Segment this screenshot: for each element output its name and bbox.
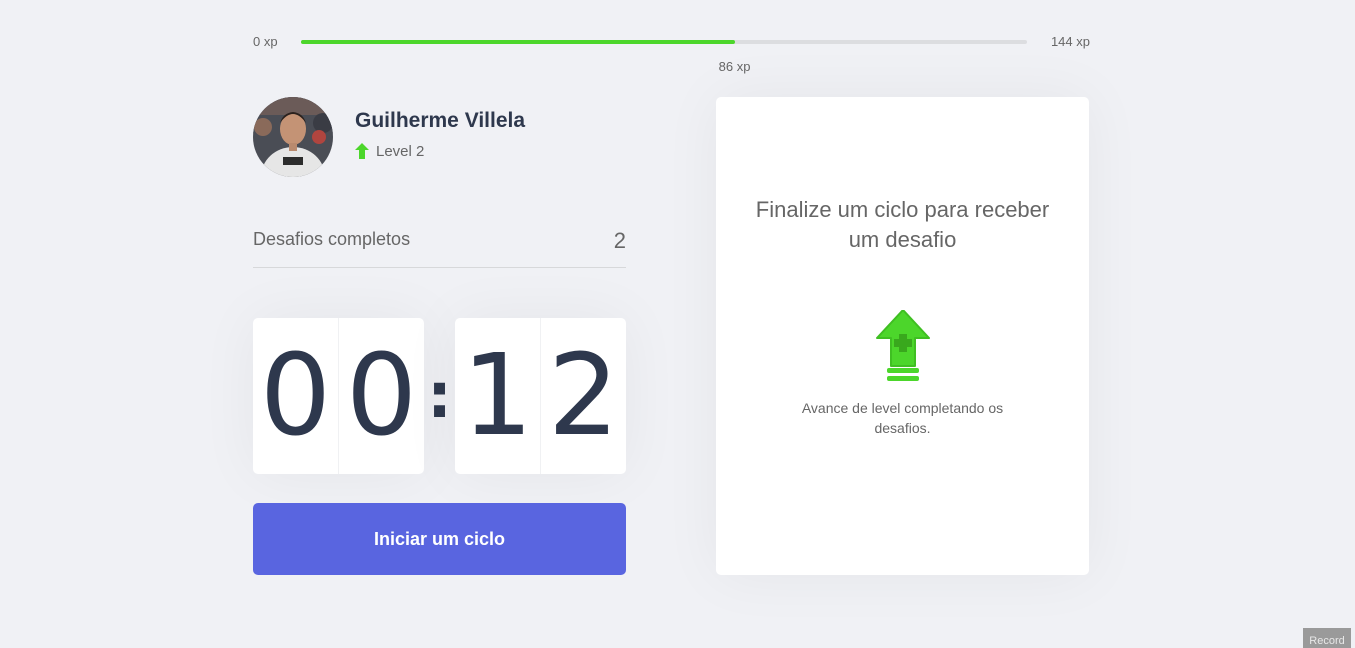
experience-bar: 0 xp 86 xp 144 xp	[253, 32, 1090, 74]
profile-level: Level 2	[355, 143, 525, 160]
challenge-title: Finalize um ciclo para receber um desafi…	[755, 196, 1050, 252]
minutes-card: 0 0	[253, 318, 424, 474]
xp-min-label: 0 xp	[253, 34, 278, 49]
challenge-box: Finalize um ciclo para receber um desafi…	[716, 97, 1089, 575]
xp-track: 86 xp	[301, 40, 1027, 74]
completed-challenges-count: 2	[613, 228, 626, 253]
xp-current-label: 86 xp	[718, 59, 751, 74]
profile: Guilherme Villela Level 2	[253, 97, 525, 177]
second-ones-digit: 2	[547, 331, 620, 461]
second-tens-digit: 1	[455, 318, 541, 474]
completed-challenges-label: Desafios completos	[253, 229, 411, 249]
start-cycle-button[interactable]: Iniciar um ciclo	[253, 503, 626, 575]
seconds-card: 1 2	[455, 318, 626, 474]
level-up-arrow-icon	[875, 309, 930, 381]
challenge-hint: Avance de level completando os desafios.	[801, 399, 1004, 436]
completed-challenges: Desafios completos 2	[253, 222, 626, 268]
countdown-separator: :	[427, 359, 452, 432]
xp-max-label: 144 xp	[1050, 34, 1090, 49]
level-up-arrow-icon	[355, 143, 369, 159]
profile-name: Guilherme Villela	[355, 108, 526, 132]
minute-tens-digit: 0	[253, 318, 339, 474]
record-badge[interactable]: Record	[1303, 628, 1351, 648]
countdown: 0 0 : 1 2	[253, 318, 626, 474]
profile-level-label: Level 2	[376, 142, 425, 160]
avatar	[253, 97, 333, 177]
xp-fill	[301, 40, 735, 44]
minute-ones-digit: 0	[345, 331, 418, 461]
user-photo-icon	[253, 97, 333, 177]
